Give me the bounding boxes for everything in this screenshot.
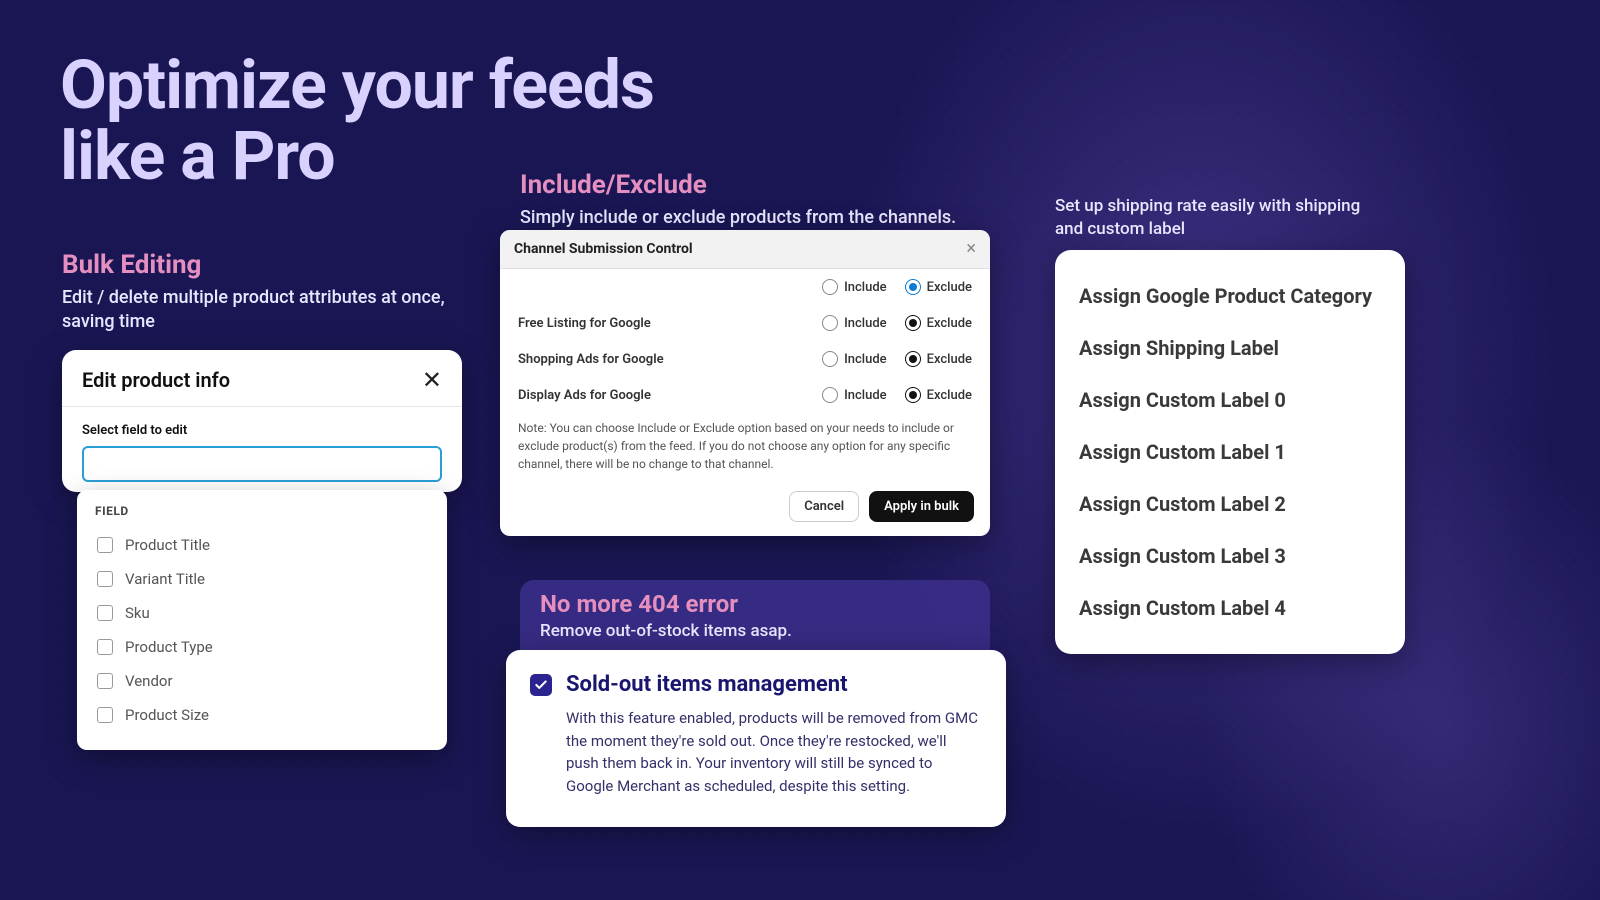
shipping-label-subtitle: Set up shipping rate easily with shippin… bbox=[1055, 195, 1385, 241]
field-option-label: Vendor bbox=[125, 672, 173, 690]
cancel-button[interactable]: Cancel bbox=[789, 491, 859, 522]
bulk-editing-subtitle: Edit / delete multiple product attribute… bbox=[62, 286, 462, 335]
field-option[interactable]: Variant Title bbox=[95, 562, 429, 596]
field-dropdown-header: FIELD bbox=[95, 504, 429, 518]
select-field-input[interactable] bbox=[82, 446, 442, 482]
sold-out-checkbox[interactable] bbox=[530, 674, 552, 696]
exclude-radio[interactable]: Exclude bbox=[905, 351, 972, 367]
edit-product-info-card: Edit product info ✕ Select field to edit bbox=[62, 350, 462, 492]
checkbox-icon bbox=[97, 605, 113, 621]
header-include-radio[interactable]: Include bbox=[822, 279, 887, 295]
field-option[interactable]: Vendor bbox=[95, 664, 429, 698]
assign-action-item[interactable]: Assign Custom Label 2 bbox=[1079, 478, 1381, 530]
field-option[interactable]: Product Type bbox=[95, 630, 429, 664]
bulk-editing-title: Bulk Editing bbox=[62, 250, 462, 280]
assign-action-item[interactable]: Assign Google Product Category bbox=[1079, 270, 1381, 322]
include-exclude-header: Include/Exclude Simply include or exclud… bbox=[520, 170, 990, 230]
header-exclude-radio[interactable]: Exclude bbox=[905, 279, 972, 295]
channel-submission-card: Channel Submission Control × . Include E… bbox=[500, 230, 990, 536]
field-option[interactable]: Product Title bbox=[95, 528, 429, 562]
field-dropdown: FIELD Product Title Variant Title Sku Produ… bbox=[77, 490, 447, 750]
channel-row: Shopping Ads for Google Include Exclude bbox=[500, 341, 990, 377]
checkbox-icon bbox=[97, 537, 113, 553]
shipping-label-header: Set up shipping rate easily with shippin… bbox=[1055, 195, 1385, 241]
edit-product-info-title: Edit product info bbox=[82, 368, 230, 392]
channel-row: Free Listing for Google Include Exclude bbox=[500, 305, 990, 341]
apply-in-bulk-button[interactable]: Apply in bulk bbox=[869, 491, 974, 522]
assign-actions-card: Assign Google Product CategoryAssign Shi… bbox=[1055, 250, 1405, 654]
channel-header-row: . Include Exclude bbox=[500, 269, 990, 305]
channel-name: Display Ads for Google bbox=[518, 388, 822, 403]
exclude-radio[interactable]: Exclude bbox=[905, 315, 972, 331]
field-option[interactable]: Product Size bbox=[95, 698, 429, 732]
assign-action-item[interactable]: Assign Custom Label 1 bbox=[1079, 426, 1381, 478]
checkbox-icon bbox=[97, 571, 113, 587]
check-icon bbox=[534, 678, 548, 692]
field-option-label: Product Size bbox=[125, 706, 209, 724]
field-option[interactable]: Sku bbox=[95, 596, 429, 630]
channel-note: Note: You can choose Include or Exclude … bbox=[500, 413, 990, 485]
no-more-404-subtitle: Remove out-of-stock items asap. bbox=[540, 620, 970, 643]
hero-line-1: Optimize your feeds bbox=[60, 50, 654, 121]
sold-out-title: Sold-out items management bbox=[566, 672, 848, 697]
close-icon[interactable]: × bbox=[966, 240, 976, 258]
channel-name: Free Listing for Google bbox=[518, 316, 822, 331]
checkbox-icon bbox=[97, 673, 113, 689]
no-more-404-title: No more 404 error bbox=[540, 590, 970, 618]
checkbox-icon bbox=[97, 707, 113, 723]
channel-submission-title: Channel Submission Control bbox=[514, 241, 693, 257]
checkbox-icon bbox=[97, 639, 113, 655]
field-option-label: Variant Title bbox=[125, 570, 205, 588]
field-option-label: Product Title bbox=[125, 536, 210, 554]
assign-action-item[interactable]: Assign Shipping Label bbox=[1079, 322, 1381, 374]
select-field-label: Select field to edit bbox=[82, 423, 442, 438]
assign-action-item[interactable]: Assign Custom Label 0 bbox=[1079, 374, 1381, 426]
include-radio[interactable]: Include bbox=[822, 387, 887, 403]
include-radio[interactable]: Include bbox=[822, 351, 887, 367]
assign-action-item[interactable]: Assign Custom Label 4 bbox=[1079, 582, 1381, 634]
field-option-label: Sku bbox=[125, 604, 150, 622]
sold-out-description: With this feature enabled, products will… bbox=[566, 707, 982, 797]
include-exclude-title: Include/Exclude bbox=[520, 170, 990, 200]
sold-out-items-card: Sold-out items management With this feat… bbox=[506, 650, 1006, 827]
bulk-editing-header: Bulk Editing Edit / delete multiple prod… bbox=[62, 250, 462, 335]
close-icon[interactable]: ✕ bbox=[422, 368, 442, 392]
exclude-radio[interactable]: Exclude bbox=[905, 387, 972, 403]
include-exclude-subtitle: Simply include or exclude products from … bbox=[520, 206, 990, 230]
channel-name: Shopping Ads for Google bbox=[518, 352, 822, 367]
field-option-label: Product Type bbox=[125, 638, 213, 656]
assign-action-item[interactable]: Assign Custom Label 3 bbox=[1079, 530, 1381, 582]
no-more-404-header: No more 404 error Remove out-of-stock it… bbox=[520, 580, 990, 657]
channel-row: Display Ads for Google Include Exclude bbox=[500, 377, 990, 413]
include-radio[interactable]: Include bbox=[822, 315, 887, 331]
